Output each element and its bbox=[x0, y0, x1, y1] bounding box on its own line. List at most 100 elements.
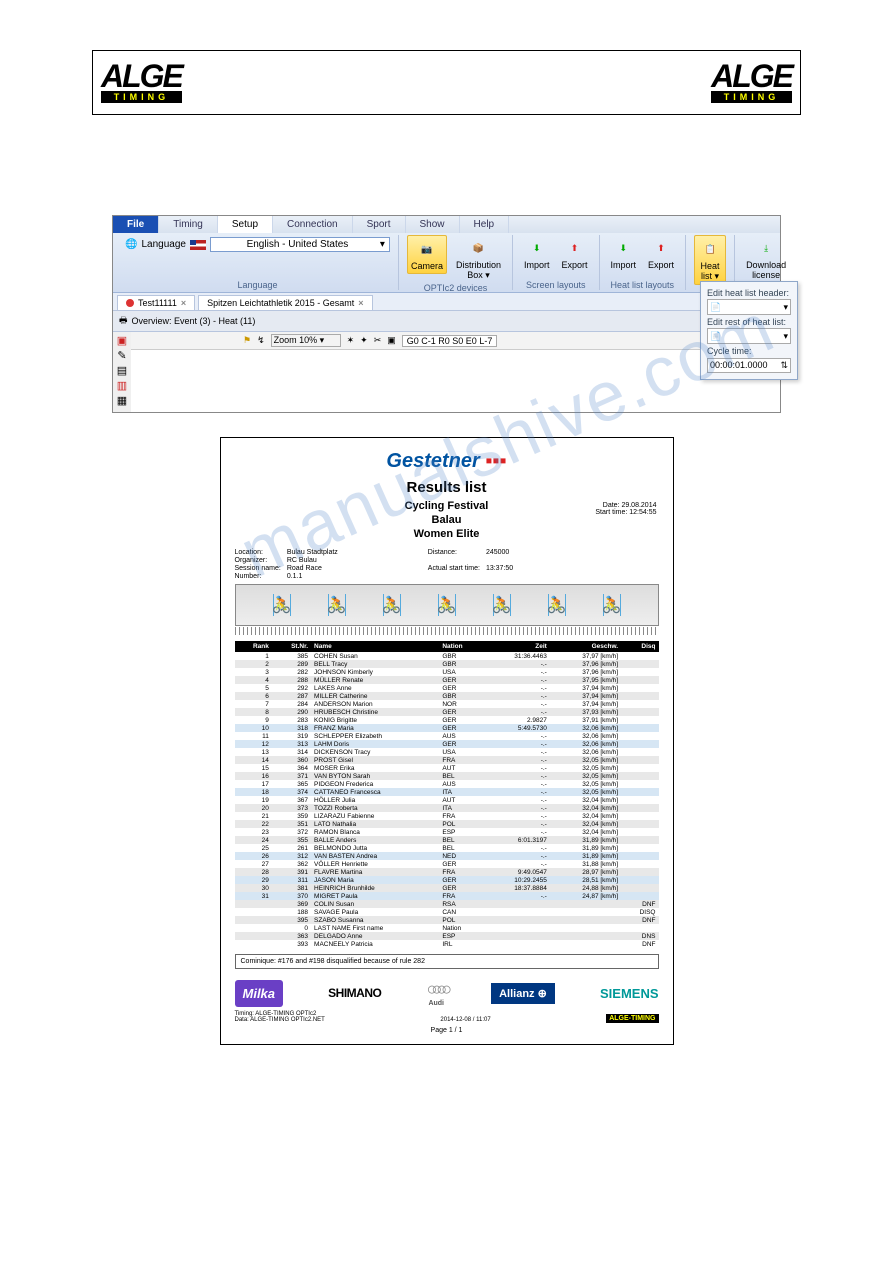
popover-label: Cycle time: bbox=[707, 346, 791, 356]
sponsor-shimano: SHIMANO bbox=[328, 986, 381, 1000]
tool-icon[interactable]: ✦ bbox=[360, 335, 368, 346]
app-window: File Timing Setup Connection Sport Show … bbox=[112, 215, 781, 413]
tab-timing[interactable]: Timing bbox=[159, 216, 218, 233]
tab-show[interactable]: Show bbox=[406, 216, 460, 233]
table-row: 9283KONIG BrigitteGER2.982737,91 [km/h] bbox=[235, 716, 659, 724]
table-row: 20373TOZZI RobertaITA-.-32,04 [km/h] bbox=[235, 804, 659, 812]
tab-connection[interactable]: Connection bbox=[273, 216, 353, 233]
doc-icon: 📄 bbox=[710, 302, 721, 313]
overview-label: Overview: Event (3) - Heat (11) bbox=[132, 316, 256, 326]
table-row: 395SZABO SusannaPOLDNF bbox=[235, 916, 659, 924]
ribbon-tabs: File Timing Setup Connection Sport Show … bbox=[113, 216, 780, 233]
popover-label: Edit rest of heat list: bbox=[707, 317, 791, 327]
import-icon: ⬇ bbox=[525, 237, 549, 259]
tab-setup[interactable]: Setup bbox=[218, 216, 273, 233]
tool-icon[interactable]: ▦ bbox=[114, 394, 130, 407]
report-footer: Timing: ALGE-TIMING OPTIc2 Data: ALGE-TI… bbox=[235, 1011, 659, 1023]
col-disq: Disq bbox=[621, 641, 658, 652]
table-row: 10318FRANZ MariaGER5:49.573032,06 [km/h] bbox=[235, 724, 659, 732]
group-title: Language bbox=[237, 280, 277, 290]
tool-icon[interactable]: ✶ bbox=[347, 335, 355, 346]
canvas[interactable] bbox=[131, 350, 780, 412]
tool-icon[interactable]: ↯ bbox=[257, 335, 265, 346]
logo-right: ALGE TIMING bbox=[711, 62, 792, 103]
export-button[interactable]: ⬆ Export bbox=[645, 235, 677, 272]
tool-icon[interactable]: ▤ bbox=[114, 364, 130, 377]
table-row: 21359LIZARAZU FabienneFRA-.-32,04 [km/h] bbox=[235, 812, 659, 820]
table-row: 12313LAHM DorisGER-.-32,06 [km/h] bbox=[235, 740, 659, 748]
tab-help[interactable]: Help bbox=[460, 216, 510, 233]
group-devices: 📷 Camera 📦 Distribution Box ▾ OPTIc2 dev… bbox=[399, 235, 513, 290]
sponsor-siemens: SIEMENS bbox=[600, 986, 659, 1001]
sponsor-allianz: Allianz ⊕ bbox=[491, 983, 555, 1004]
table-row: 31370MIGRET PaulaFRA-.-24,87 [km/h] bbox=[235, 892, 659, 900]
table-row: 26312VAN BASTEN AndreaNED-.-31,89 [km/h] bbox=[235, 852, 659, 860]
tool-icon[interactable]: ▣ bbox=[387, 335, 396, 346]
page-header: ALGE TIMING ALGE TIMING bbox=[92, 50, 801, 115]
col-speed: Geschw. bbox=[550, 641, 621, 652]
table-row: 13314DICKENSON TracyUSA-.-32,06 [km/h] bbox=[235, 748, 659, 756]
table-row: 6287MILLER CatherineGBR-.-37,94 [km/h] bbox=[235, 692, 659, 700]
language-label: Language bbox=[141, 239, 186, 250]
col-rank: Rank bbox=[235, 641, 272, 652]
table-row: 15364MOSER ErikaAUT-.-32,05 [km/h] bbox=[235, 764, 659, 772]
report-meta: Location:Bulau Stadtplatz Organizer:RC B… bbox=[235, 549, 659, 580]
rest-dropdown[interactable]: 📄▾ bbox=[707, 328, 791, 344]
close-icon[interactable]: × bbox=[358, 298, 363, 308]
language-select[interactable]: English - United States ▾ bbox=[210, 237, 390, 252]
tab-sport[interactable]: Sport bbox=[353, 216, 406, 233]
doc-tab-1[interactable]: Test11111× bbox=[117, 295, 195, 310]
box-icon: 📦 bbox=[466, 237, 490, 259]
footer-stamp: 2014-12-08 / 11:07 bbox=[440, 1017, 490, 1023]
film-strip: 🚴 🚴 🚴 🚴 🚴 🚴 🚴 bbox=[235, 584, 659, 626]
export-button[interactable]: ⬆ Export bbox=[559, 235, 591, 272]
cycle-time-input[interactable]: 00:00:01.0000⇅ bbox=[707, 358, 791, 373]
alge-badge: ALGE-TIMING bbox=[606, 1014, 658, 1023]
sponsors: Milka SHIMANO ○○○○Audi Allianz ⊕ SIEMENS bbox=[235, 979, 659, 1007]
status-dot-icon bbox=[126, 299, 134, 307]
tool-icon[interactable]: ✎ bbox=[114, 349, 130, 362]
pdf-icon[interactable]: ▣ bbox=[114, 334, 130, 347]
group-screen-layouts: ⬇ Import ⬆ Export Screen layouts bbox=[513, 235, 600, 290]
tool-icon[interactable]: ✂ bbox=[374, 335, 382, 346]
zoom-select[interactable]: Zoom 10% ▾ bbox=[271, 334, 341, 347]
table-row: 23372RAMON BlancaESP-.-32,04 [km/h] bbox=[235, 828, 659, 836]
footnote: Cominique: #176 and #198 disqualified be… bbox=[235, 954, 659, 969]
camera-button[interactable]: 📷 Camera bbox=[407, 235, 447, 274]
footer-data: Data: ALGE-TIMING OPTIc2.NET bbox=[235, 1017, 325, 1023]
page-indicator: Page 1 / 1 bbox=[235, 1027, 659, 1034]
group-title: Heat list layouts bbox=[608, 280, 678, 290]
table-row: 19367HÖLLER JuliaAUT-.-32,04 [km/h] bbox=[235, 796, 659, 804]
table-row: 27362VÖLLER HenrietteGER-.-31,88 [km/h] bbox=[235, 860, 659, 868]
import-button[interactable]: ⬇ Import bbox=[608, 235, 640, 272]
cyclist-icon: 🚴 bbox=[438, 594, 456, 616]
table-row: 8290HRUBESCH ChristineGER-.-37,93 [km/h] bbox=[235, 708, 659, 716]
sponsor-audi: ○○○○Audi bbox=[426, 979, 446, 1007]
logo-alge: ALGE bbox=[101, 62, 182, 91]
tick-ruler bbox=[235, 627, 659, 635]
heatlist-button[interactable]: 📋 Heat list ▾ bbox=[694, 235, 726, 285]
distbox-button[interactable]: 📦 Distribution Box ▾ bbox=[453, 235, 504, 283]
sponsor-milka: Milka bbox=[235, 980, 284, 1007]
table-row: 369COLIN SusanRSADNF bbox=[235, 900, 659, 908]
import-button[interactable]: ⬇ Import bbox=[521, 235, 553, 272]
app-panel: Test11111× Spitzen Leichtathletik 2015 -… bbox=[113, 293, 780, 412]
download-icon: ⤓ bbox=[754, 237, 778, 259]
report-title: Results list bbox=[235, 479, 659, 496]
group-title: OPTIc2 devices bbox=[407, 283, 504, 293]
doc-tabs: Test11111× Spitzen Leichtathletik 2015 -… bbox=[113, 293, 780, 311]
header-dropdown[interactable]: 📄▾ bbox=[707, 299, 791, 315]
table-row: 4288MÜLLER RenateGER-.-37,95 [km/h] bbox=[235, 676, 659, 684]
side-toolbar: ▣ ✎ ▤ ▥ ▦ bbox=[113, 332, 131, 412]
flag-icon[interactable]: ⚑ bbox=[243, 335, 251, 346]
cyclist-icon: 🚴 bbox=[383, 594, 401, 616]
logo-left: ALGE TIMING bbox=[101, 62, 182, 103]
globe-icon: 🌐 bbox=[125, 239, 137, 250]
doc-tab-2[interactable]: Spitzen Leichtathletik 2015 - Gesamt× bbox=[198, 295, 372, 310]
table-row: 22351LATO NathaliaPOL-.-32,04 [km/h] bbox=[235, 820, 659, 828]
close-icon[interactable]: × bbox=[181, 298, 186, 308]
report-category: Women Elite bbox=[235, 528, 659, 542]
tool-icon[interactable]: ▥ bbox=[114, 379, 130, 392]
table-row: 28391FLAVRE MartinaFRA9:49.054728,97 [km… bbox=[235, 868, 659, 876]
tab-file[interactable]: File bbox=[113, 216, 159, 233]
